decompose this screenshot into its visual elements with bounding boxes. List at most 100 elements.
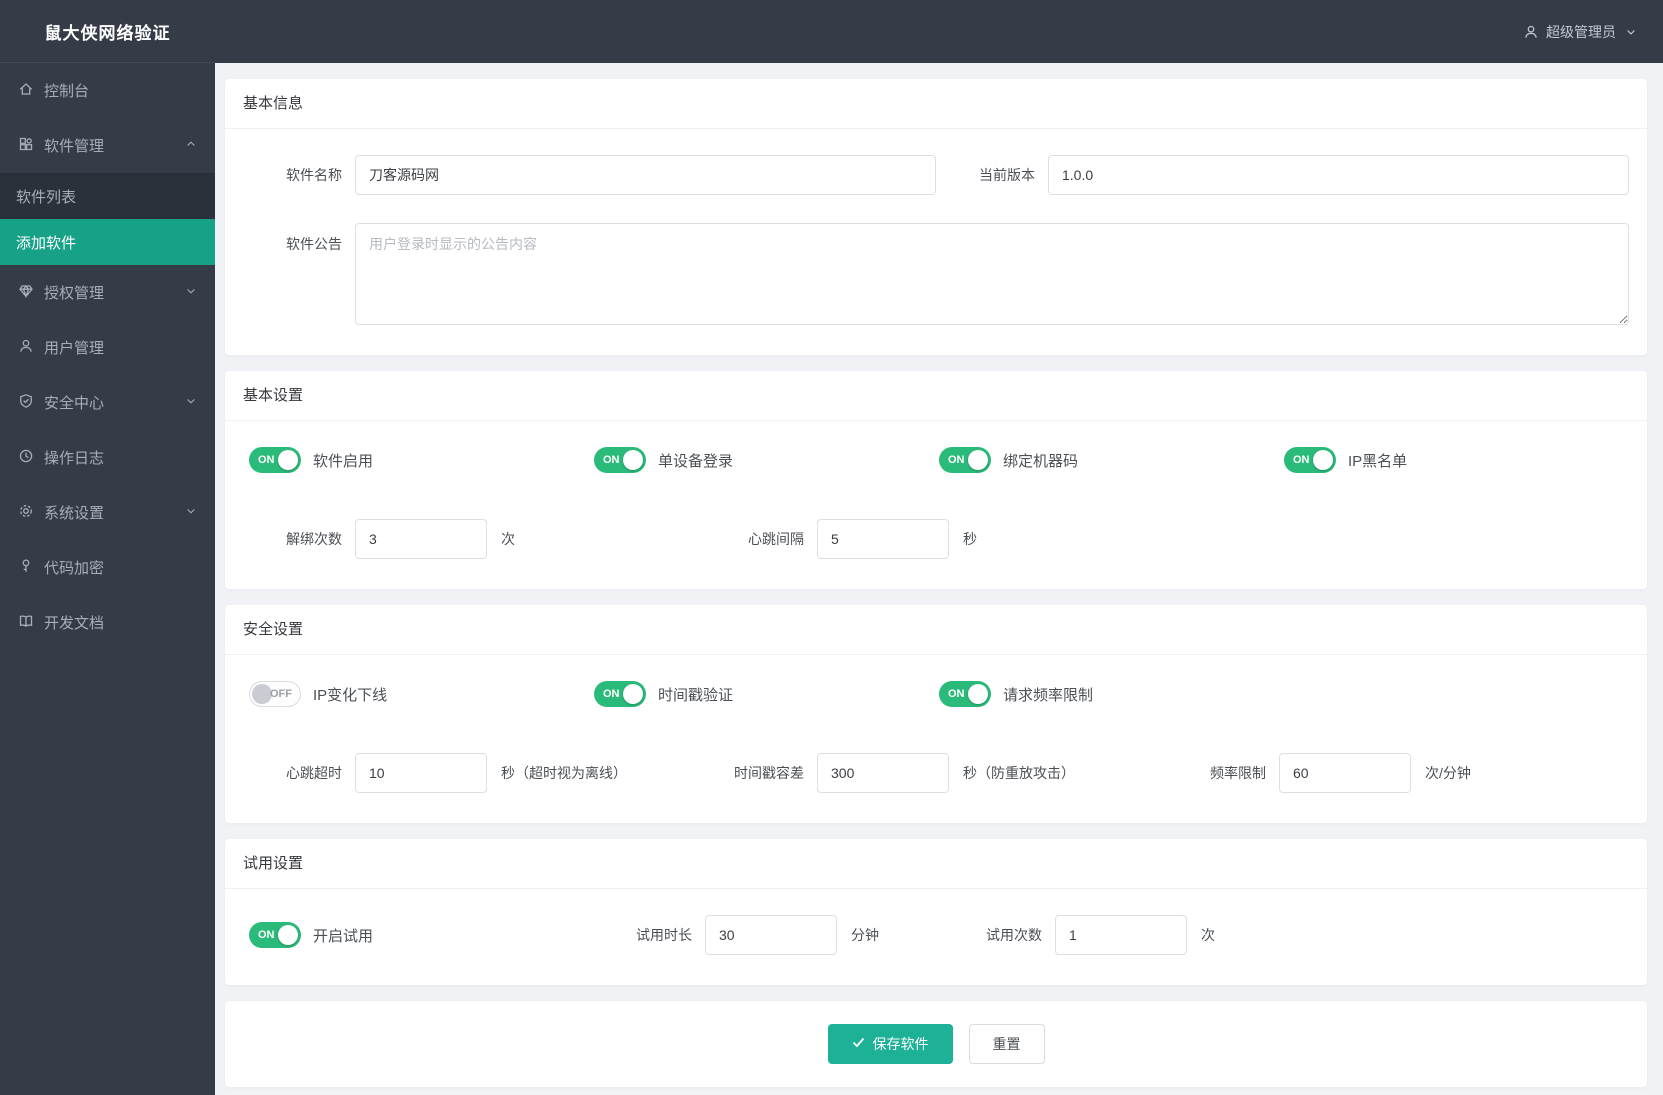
sidebar-item-add-software[interactable]: 添加软件 xyxy=(0,219,215,265)
unit-label: 次 xyxy=(1201,927,1215,943)
save-button-label: 保存软件 xyxy=(872,1036,929,1052)
app-window: 鼠大侠网络验证 超级管理员 控制台 软件管理 软件列表 添加软件 授权管理 用户… xyxy=(0,0,1663,1095)
toggle-label: IP黑名单 xyxy=(1348,452,1408,470)
sidebar-item-label: 软件列表 xyxy=(16,188,77,206)
heartbeat-timeout-input[interactable] xyxy=(355,753,487,793)
sidebar-item-security-center[interactable]: 安全中心 xyxy=(0,375,215,430)
sidebar-item-label: 操作日志 xyxy=(44,450,105,467)
gear-icon xyxy=(18,503,34,523)
book-icon xyxy=(18,613,34,633)
toggle-knob xyxy=(968,450,988,470)
sidebar-item-license-mgmt[interactable]: 授权管理 xyxy=(0,265,215,320)
sidebar-item-user-mgmt[interactable]: 用户管理 xyxy=(0,320,215,375)
toggle-label: 请求频率限制 xyxy=(1003,686,1094,704)
toggle-software-enabled[interactable]: ON xyxy=(249,447,301,473)
timestamp-tolerance-label: 时间戳容差 xyxy=(734,765,804,781)
hint-label: 次/分钟 xyxy=(1425,765,1471,781)
card-trial-settings: 试用设置 ON 开启试用 试用时长 分钟 xyxy=(225,839,1647,985)
notice-textarea[interactable] xyxy=(355,223,1629,325)
unit-label: 次 xyxy=(501,531,515,547)
rate-limit-label: 频率限制 xyxy=(1210,765,1266,781)
current-version-label: 当前版本 xyxy=(979,167,1035,183)
card-title: 安全设置 xyxy=(225,605,1647,655)
toggle-label: 软件启用 xyxy=(313,452,374,470)
unit-label: 秒 xyxy=(963,531,977,547)
sidebar-item-label: 用户管理 xyxy=(44,340,105,357)
sidebar-item-label: 安全中心 xyxy=(44,395,105,412)
unbind-times-label: 解绑次数 xyxy=(286,531,342,547)
hint-label: 秒（防重放攻击） xyxy=(963,765,1075,781)
toggle-enable-trial[interactable]: ON xyxy=(249,922,301,948)
sidebar-item-software-list[interactable]: 软件列表 xyxy=(0,173,215,219)
sidebar: 控制台 软件管理 软件列表 添加软件 授权管理 用户管理 安全中心 操作日志 系… xyxy=(0,63,215,1095)
shield-check-icon xyxy=(18,393,34,413)
toggle-knob xyxy=(252,684,272,704)
heartbeat-interval-input[interactable] xyxy=(817,519,949,559)
toggle-knob xyxy=(623,450,643,470)
reset-button[interactable]: 重置 xyxy=(968,1024,1045,1064)
unit-label: 分钟 xyxy=(851,927,879,943)
toggle-bind-machine-code[interactable]: ON xyxy=(939,447,991,473)
sidebar-item-label: 控制台 xyxy=(44,83,90,100)
toggle-label: IP变化下线 xyxy=(313,686,388,704)
toggle-knob xyxy=(623,684,643,704)
card-basic-settings: 基本设置 ON 软件启用 ON 单设备登录 ON 绑定机器码 ON IP黑名单 … xyxy=(225,371,1647,589)
sidebar-item-label: 代码加密 xyxy=(44,560,105,577)
toggle-knob xyxy=(1313,450,1333,470)
toggle-label: 绑定机器码 xyxy=(1003,452,1079,470)
user-icon xyxy=(18,338,34,358)
unbind-times-input[interactable] xyxy=(355,519,487,559)
toggle-ip-blacklist[interactable]: ON xyxy=(1284,447,1336,473)
clock-icon xyxy=(18,448,34,468)
toggle-knob xyxy=(278,925,298,945)
rate-limit-input[interactable] xyxy=(1279,753,1411,793)
toggle-label: 单设备登录 xyxy=(658,452,734,470)
card-title: 基本信息 xyxy=(225,79,1647,129)
sidebar-item-code-encryption[interactable]: 代码加密 xyxy=(0,540,215,595)
card-title: 基本设置 xyxy=(225,371,1647,421)
chevron-down-icon xyxy=(185,284,197,301)
toggle-label: 开启试用 xyxy=(313,927,374,945)
sidebar-item-system-settings[interactable]: 系统设置 xyxy=(0,485,215,540)
chevron-down-icon[interactable] xyxy=(1625,26,1637,38)
timestamp-tolerance-input[interactable] xyxy=(817,753,949,793)
toggle-ip-change-offline[interactable]: OFF xyxy=(249,681,301,707)
topbar: 超级管理员 xyxy=(215,0,1663,63)
main-content: 基本信息 软件名称 当前版本 软件公告 xyxy=(215,63,1663,1095)
trial-duration-label: 试用时长 xyxy=(636,927,692,943)
save-software-button[interactable]: 保存软件 xyxy=(827,1024,953,1064)
sidebar-item-label: 软件管理 xyxy=(44,138,105,155)
toggle-knob xyxy=(968,684,988,704)
chevron-down-icon xyxy=(185,394,197,411)
card-basic-info: 基本信息 软件名称 当前版本 软件公告 xyxy=(225,79,1647,355)
sidebar-item-software-mgmt[interactable]: 软件管理 xyxy=(0,118,215,173)
user-icon xyxy=(1523,24,1539,40)
chevron-up-icon xyxy=(185,137,197,154)
toggle-label: 时间戳验证 xyxy=(658,686,734,704)
chevron-down-icon xyxy=(185,504,197,521)
reset-button-label: 重置 xyxy=(992,1036,1021,1052)
key-icon xyxy=(18,558,34,578)
toggle-timestamp-verification[interactable]: ON xyxy=(594,681,646,707)
sidebar-item-dev-docs[interactable]: 开发文档 xyxy=(0,595,215,650)
card-security-settings: 安全设置 OFF IP变化下线 ON 时间戳验证 ON 请求频率限制 心跳超时 … xyxy=(225,605,1647,823)
heartbeat-interval-label: 心跳间隔 xyxy=(748,531,804,547)
user-menu[interactable]: 超级管理员 xyxy=(1546,22,1616,42)
trial-count-label: 试用次数 xyxy=(986,927,1042,943)
sidebar-item-label: 授权管理 xyxy=(44,285,105,302)
sidebar-item-label: 添加软件 xyxy=(16,234,77,252)
sidebar-item-dashboard[interactable]: 控制台 xyxy=(0,63,215,118)
app-title: 鼠大侠网络验证 xyxy=(0,0,215,63)
gem-icon xyxy=(18,283,34,303)
current-version-input[interactable] xyxy=(1048,155,1629,195)
card-title: 试用设置 xyxy=(225,839,1647,889)
toggle-single-device-login[interactable]: ON xyxy=(594,447,646,473)
heartbeat-timeout-label: 心跳超时 xyxy=(286,765,342,781)
toggle-rate-limit[interactable]: ON xyxy=(939,681,991,707)
apps-grid-icon xyxy=(18,136,34,156)
sidebar-item-operation-logs[interactable]: 操作日志 xyxy=(0,430,215,485)
trial-duration-input[interactable] xyxy=(705,915,837,955)
trial-count-input[interactable] xyxy=(1055,915,1187,955)
hint-label: 秒（超时视为离线） xyxy=(501,765,627,781)
software-name-input[interactable] xyxy=(355,155,936,195)
